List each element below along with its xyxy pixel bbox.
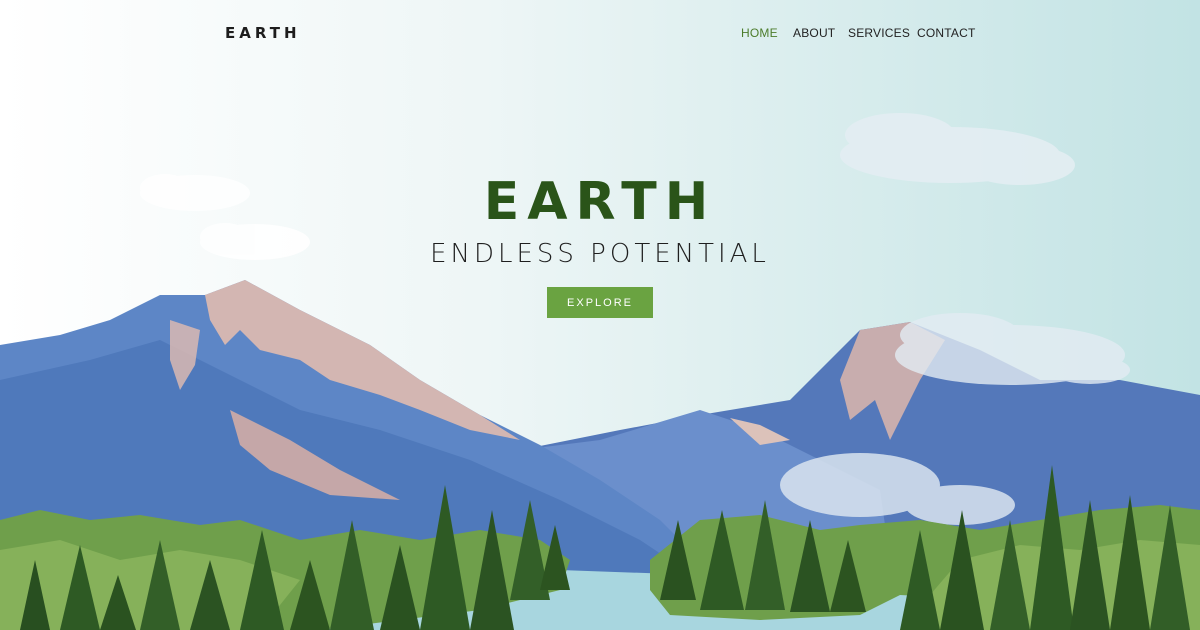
nav-about-link[interactable]: ABOUT [793,26,835,40]
top-navbar: EARTH HOME ABOUT SERVICES CONTACT [0,0,1200,66]
nav-contact-link[interactable]: CONTACT [917,26,976,40]
nav-services-link[interactable]: SERVICES [848,26,910,40]
hero-section: EARTH ENDLESS POTENTIAL [0,170,1200,271]
explore-button[interactable]: EXPLORE [547,287,653,318]
hero-subtitle: ENDLESS POTENTIAL [430,239,770,269]
nav-home-link[interactable]: HOME [741,26,778,40]
hero-title: EARTH [483,172,717,232]
main-menu: HOME ABOUT SERVICES CONTACT [0,26,1200,42]
